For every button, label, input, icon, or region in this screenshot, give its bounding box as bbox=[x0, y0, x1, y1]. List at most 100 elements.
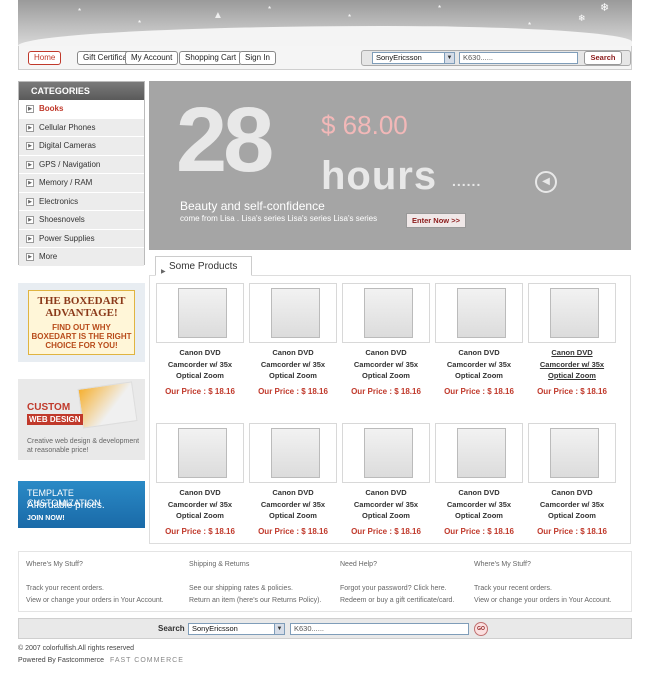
product-name-line: Canon DVD bbox=[179, 348, 221, 357]
search-input[interactable]: K630...... bbox=[459, 52, 578, 64]
category-item-memory-ram[interactable]: ▶ Memory / RAM bbox=[19, 174, 144, 193]
custom-web-design-ad[interactable]: CUSTOM WEB DESIGN Creative web design & … bbox=[18, 379, 145, 460]
product-name-line: Canon DVD bbox=[272, 488, 314, 497]
powered-by: Powered By Fastcommerce FAST COMMERCE bbox=[18, 657, 184, 664]
search-button[interactable]: Search bbox=[584, 51, 622, 65]
product-image[interactable] bbox=[550, 428, 599, 478]
product-price: Our Price : $ 18.16 bbox=[258, 386, 328, 396]
product-image[interactable] bbox=[178, 428, 227, 478]
arrow-right-icon: ▶ bbox=[26, 197, 34, 206]
category-item-shoesnovels[interactable]: ▶ Shoesnovels bbox=[19, 211, 144, 230]
chevron-down-icon: ▼ bbox=[274, 624, 284, 634]
nav-home-button[interactable]: Home bbox=[28, 51, 62, 65]
product-thumbnail-frame bbox=[342, 283, 430, 343]
arrow-left-icon[interactable]: ◀ bbox=[535, 171, 557, 193]
go-button[interactable]: GO bbox=[474, 622, 488, 636]
powered-by-text: Powered By Fastcommerce bbox=[18, 657, 104, 664]
footer-link[interactable]: View or change your orders in Your Accou… bbox=[474, 595, 612, 607]
arrow-right-icon: ▶ bbox=[26, 105, 34, 113]
product-name[interactable]: Canon DVD Camcorder w/ 35x Optical Zoom bbox=[528, 487, 616, 522]
product-name-line: Camcorder w/ 35x bbox=[446, 359, 512, 369]
custom-ad-subtitle: WEB DESIGN bbox=[27, 414, 83, 425]
category-item-more[interactable]: ▶ More bbox=[19, 248, 144, 267]
product-name-line: Canon DVD bbox=[458, 488, 500, 497]
product-name[interactable]: Canon DVD Camcorder w/ 35x Optical Zoom bbox=[156, 347, 244, 382]
promo-number: 28 bbox=[176, 89, 274, 191]
bottom-search-label: Search bbox=[158, 624, 185, 633]
product-image[interactable] bbox=[364, 288, 413, 338]
product-card[interactable]: Canon DVD Camcorder w/ 35x Optical Zoom … bbox=[249, 283, 337, 396]
category-item-electronics[interactable]: ▶ Electronics bbox=[19, 192, 144, 211]
product-name[interactable]: Canon DVD Camcorder w/ 35x Optical Zoom bbox=[342, 347, 430, 382]
enter-now-button[interactable]: Enter Now >> bbox=[406, 213, 466, 228]
footer-link[interactable]: Track your recent orders. bbox=[26, 583, 164, 595]
product-name-line: Canon DVD bbox=[551, 488, 593, 497]
product-image[interactable] bbox=[271, 288, 320, 338]
nav-sign-in-button[interactable]: Sign In bbox=[239, 51, 276, 65]
product-image[interactable] bbox=[364, 428, 413, 478]
product-card[interactable]: Canon DVD Camcorder w/ 35x Optical Zoom … bbox=[342, 283, 430, 396]
product-image[interactable] bbox=[457, 428, 506, 478]
fastcommerce-logo[interactable]: FAST COMMERCE bbox=[110, 657, 184, 664]
category-item-books[interactable]: ▶ Books bbox=[19, 100, 144, 119]
product-price: Our Price : $ 18.16 bbox=[444, 526, 514, 536]
copyright-text: © 2007 colorfulfish.All rights reserved bbox=[18, 645, 135, 652]
product-name[interactable]: Canon DVD Camcorder w/ 35x Optical Zoom bbox=[435, 487, 523, 522]
search-category-select[interactable]: SonyEricsson ▼ bbox=[372, 52, 455, 64]
product-card[interactable]: Canon DVD Camcorder w/ 35x Optical Zoom … bbox=[249, 423, 337, 536]
boxedart-advantage-ad[interactable]: THE BOXEDART ADVANTAGE! FIND OUT WHY BOX… bbox=[18, 283, 145, 362]
product-name-line: Camcorder w/ 35x bbox=[353, 359, 419, 369]
template-customization-ad[interactable]: TEMPLATE CUSTOMIZATION Affordable prices… bbox=[18, 481, 145, 528]
snowflake-icon: * bbox=[78, 7, 82, 16]
product-name[interactable]: Canon DVD Camcorder w/ 35x Optical Zoom bbox=[528, 347, 616, 382]
product-image[interactable] bbox=[550, 288, 599, 338]
footer-link[interactable]: Track your recent orders. bbox=[474, 583, 612, 595]
template-ad-subtitle: Affordable prices. bbox=[27, 500, 105, 511]
category-item-cellular-phones[interactable]: ▶ Cellular Phones bbox=[19, 118, 144, 137]
arrow-right-icon: ▶ bbox=[26, 216, 34, 224]
product-image[interactable] bbox=[457, 288, 506, 338]
product-name[interactable]: Canon DVD Camcorder w/ 35x Optical Zoom bbox=[249, 347, 337, 382]
product-card[interactable]: Canon DVD Camcorder w/ 35x Optical Zoom … bbox=[435, 423, 523, 536]
arrow-right-icon: ▶ bbox=[26, 142, 34, 150]
some-products-tab[interactable]: ▶ Some Products bbox=[155, 256, 253, 276]
tree-icon: ▲ bbox=[213, 10, 223, 21]
footer-link[interactable]: Redeem or buy a gift certificate/card. bbox=[340, 595, 454, 607]
product-name-line: Camcorder w/ 35x bbox=[167, 499, 233, 509]
footer-link[interactable]: Return an item (here's our Returns Polic… bbox=[189, 595, 321, 607]
product-price: Our Price : $ 18.16 bbox=[537, 526, 607, 536]
product-name-line: Camcorder w/ 35x bbox=[353, 499, 419, 509]
arrow-right-icon: ▶ bbox=[26, 123, 34, 132]
product-name[interactable]: Canon DVD Camcorder w/ 35x Optical Zoom bbox=[342, 487, 430, 522]
product-name-line: Optical Zoom bbox=[269, 511, 317, 520]
nav-shopping-cart-button[interactable]: Shopping Cart bbox=[179, 51, 243, 65]
footer-link[interactable]: See our shipping rates & policies. bbox=[189, 583, 321, 595]
product-name[interactable]: Canon DVD Camcorder w/ 35x Optical Zoom bbox=[156, 487, 244, 522]
product-image[interactable] bbox=[271, 428, 320, 478]
product-card[interactable]: Canon DVD Camcorder w/ 35x Optical Zoom … bbox=[528, 423, 616, 536]
bottom-search-input[interactable]: K630...... bbox=[290, 623, 469, 635]
category-item-gps-navigation[interactable]: ▶ GPS / Navigation bbox=[19, 155, 144, 174]
product-name-line: Camcorder w/ 35x bbox=[260, 499, 326, 509]
product-name-line: Camcorder w/ 35x bbox=[539, 359, 605, 369]
category-item-power-supplies[interactable]: ▶ Power Supplies bbox=[19, 229, 144, 248]
product-image[interactable] bbox=[178, 288, 227, 338]
product-card[interactable]: Canon DVD Camcorder w/ 35x Optical Zoom … bbox=[435, 283, 523, 396]
bottom-search-category-select[interactable]: SonyEricsson ▼ bbox=[188, 623, 285, 635]
category-item-digital-cameras[interactable]: ▶ Digital Cameras bbox=[19, 137, 144, 156]
nav-my-account-button[interactable]: My Account bbox=[125, 51, 179, 65]
category-item-label: Cellular Phones bbox=[39, 122, 96, 132]
footer-link[interactable]: View or change your orders in Your Accou… bbox=[26, 595, 164, 607]
product-card[interactable]: Canon DVD Camcorder w/ 35x Optical Zoom … bbox=[156, 423, 244, 536]
product-card[interactable]: Canon DVD Camcorder w/ 35x Optical Zoom … bbox=[342, 423, 430, 536]
footer-link[interactable]: Forgot your password? Click here. bbox=[340, 583, 454, 595]
product-name[interactable]: Canon DVD Camcorder w/ 35x Optical Zoom bbox=[249, 487, 337, 522]
template-ad-cta[interactable]: JOIN NOW! bbox=[27, 515, 65, 522]
product-thumbnail-frame bbox=[528, 423, 616, 483]
product-name[interactable]: Canon DVD Camcorder w/ 35x Optical Zoom bbox=[435, 347, 523, 382]
arrow-right-icon: ▶ bbox=[26, 179, 34, 187]
product-name-line: Canon DVD bbox=[179, 488, 221, 497]
product-card[interactable]: Canon DVD Camcorder w/ 35x Optical Zoom … bbox=[156, 283, 244, 396]
product-card[interactable]: Canon DVD Camcorder w/ 35x Optical Zoom … bbox=[528, 283, 616, 396]
product-name-line: Canon DVD bbox=[551, 348, 593, 357]
